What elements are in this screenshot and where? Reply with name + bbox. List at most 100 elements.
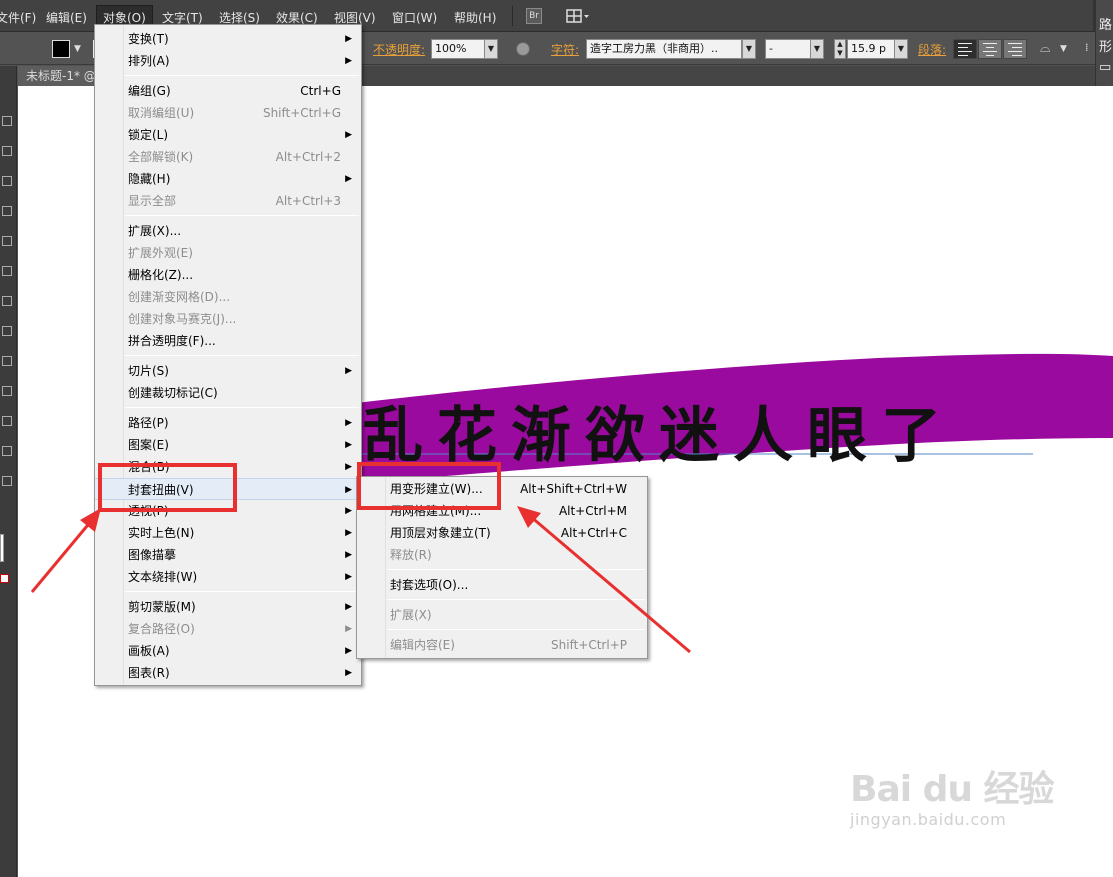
object-menu-item[interactable]: 全部解锁(K) Alt+Ctrl+2	[95, 146, 361, 168]
highlight-box-envelope-distort	[98, 463, 237, 512]
chevron-down-icon[interactable]: ▼	[810, 39, 824, 59]
blend-tool-icon[interactable]	[2, 446, 12, 456]
menu-item-label: 创建裁切标记(C)	[128, 386, 218, 400]
panel-icon[interactable]: ▭	[1099, 60, 1111, 75]
panel-tab-shape[interactable]: 形	[1099, 36, 1112, 55]
submenu-arrow-icon: ▶	[345, 624, 352, 634]
object-menu-item[interactable]: 扩展(X)...	[95, 220, 361, 242]
menu-item-label: 用顶层对象建立(T)	[390, 526, 491, 540]
line-tool-icon[interactable]	[2, 206, 12, 216]
align-left-button[interactable]	[953, 39, 977, 59]
menu-item-label: 编辑内容(E)	[390, 638, 455, 652]
panel-tab-path[interactable]: 路	[1099, 14, 1112, 33]
object-menu-item[interactable]: 切片(S) ▶	[95, 360, 361, 382]
chevron-down-icon[interactable]: ▼	[742, 39, 756, 59]
envelope-submenu-item[interactable]: 扩展(X)	[357, 604, 647, 626]
object-menu-item[interactable]: 扩展外观(E)	[95, 242, 361, 264]
menu-item-shortcut: Alt+Shift+Ctrl+W	[520, 482, 627, 496]
menu-item-label: 扩展(X)...	[128, 224, 182, 238]
align-right-button[interactable]	[1003, 39, 1027, 59]
menu-item-label: 排列(A)	[128, 54, 170, 68]
font-family-select[interactable]: 造字工房力黑（非商用）..	[586, 39, 742, 59]
chevron-down-icon[interactable]: ▼	[74, 44, 81, 54]
object-menu-item[interactable]: 栅格化(Z)...	[95, 264, 361, 286]
object-menu-item[interactable]: 变换(T) ▶	[95, 28, 361, 50]
scale-tool-icon[interactable]	[2, 326, 12, 336]
submenu-arrow-icon: ▶	[345, 418, 352, 428]
object-menu-item[interactable]: 创建渐变网格(D)...	[95, 286, 361, 308]
object-menu-item[interactable]: 图案(E) ▶	[95, 434, 361, 456]
chevron-down-icon[interactable]: ▼	[894, 39, 908, 59]
align-center-button[interactable]	[978, 39, 1002, 59]
object-menu-item[interactable]: 剪切蒙版(M) ▶	[95, 596, 361, 618]
menu-separator	[125, 407, 359, 408]
hand-tool-icon[interactable]	[2, 476, 12, 486]
globe-icon[interactable]	[516, 42, 530, 56]
more-icon[interactable]: ⁞	[1085, 41, 1089, 54]
gradient-tool-icon[interactable]	[2, 386, 12, 396]
rectangle-tool-icon[interactable]	[2, 236, 12, 246]
font-size-stepper[interactable]: ▲ ▼	[834, 39, 846, 59]
envelope-warp-icon[interactable]: ⌓	[1040, 41, 1050, 56]
object-menu-item[interactable]: 隐藏(H) ▶	[95, 168, 361, 190]
character-label[interactable]: 字符:	[551, 41, 579, 58]
menu-item-label: 画板(A)	[128, 644, 170, 658]
menu-file[interactable]: 文件(F)	[0, 9, 36, 26]
submenu-arrow-icon: ▶	[345, 646, 352, 656]
envelope-submenu-item[interactable]: 用顶层对象建立(T) Alt+Ctrl+C	[357, 522, 647, 544]
pen-tool-icon[interactable]	[2, 146, 12, 156]
menu-item-label: 文本绕排(W)	[128, 570, 198, 584]
object-menu-item[interactable]: 图像描摹 ▶	[95, 544, 361, 566]
object-menu-item[interactable]: 取消编组(U) Shift+Ctrl+G	[95, 102, 361, 124]
envelope-submenu-item[interactable]: 封套选项(O)...	[357, 574, 647, 596]
menu-edit[interactable]: 编辑(E)	[46, 9, 87, 26]
envelope-submenu-item[interactable]: 释放(R)	[357, 544, 647, 566]
menu-item-label: 编组(G)	[128, 84, 171, 98]
menu-window[interactable]: 窗口(W)	[392, 9, 437, 26]
none-swatch-icon[interactable]	[0, 574, 9, 583]
submenu-arrow-icon: ▶	[345, 56, 352, 66]
opacity-input[interactable]: 100%	[431, 39, 485, 59]
object-menu-item[interactable]: 编组(G) Ctrl+G	[95, 80, 361, 102]
bridge-icon[interactable]: Br	[526, 8, 542, 24]
menu-item-label: 创建渐变网格(D)...	[128, 290, 231, 304]
object-menu-item[interactable]: 画板(A) ▶	[95, 640, 361, 662]
fill-swatch[interactable]	[0, 534, 4, 562]
rotate-tool-icon[interactable]	[2, 296, 12, 306]
chevron-down-icon[interactable]: ▼	[1060, 44, 1067, 54]
fill-color-swatch[interactable]	[52, 40, 70, 58]
menu-separator	[387, 599, 645, 600]
object-menu-item[interactable]: 实时上色(N) ▶	[95, 522, 361, 544]
object-menu-item[interactable]: 显示全部 Alt+Ctrl+3	[95, 190, 361, 212]
selection-tool-icon[interactable]	[2, 116, 12, 126]
object-menu-item[interactable]: 排列(A) ▶	[95, 50, 361, 72]
object-menu-item[interactable]: 锁定(L) ▶	[95, 124, 361, 146]
object-menu-item[interactable]: 复合路径(O) ▶	[95, 618, 361, 640]
object-menu-item[interactable]: 创建裁切标记(C)	[95, 382, 361, 404]
menu-item-label: 路径(P)	[128, 416, 169, 430]
object-menu-item[interactable]: 文本绕排(W) ▶	[95, 566, 361, 588]
font-style-select[interactable]: -	[765, 39, 811, 59]
paragraph-label[interactable]: 段落:	[918, 41, 946, 58]
brush-tool-icon[interactable]	[2, 266, 12, 276]
menu-help[interactable]: 帮助(H)	[454, 9, 496, 26]
submenu-arrow-icon: ▶	[345, 462, 352, 472]
document-tab[interactable]: 未标题-1* @	[18, 66, 100, 86]
envelope-submenu-item[interactable]: 编辑内容(E) Shift+Ctrl+P	[357, 634, 647, 656]
menu-item-label: 复合路径(O)	[128, 622, 195, 636]
object-menu-item[interactable]: 创建对象马赛克(J)...	[95, 308, 361, 330]
object-menu: 变换(T) ▶ 排列(A) ▶ 编组(G) Ctrl+G 取消编组(U) Shift+Ctrl…	[94, 24, 362, 686]
object-menu-item[interactable]: 图表(R) ▶	[95, 662, 361, 684]
object-menu-item[interactable]: 拼合透明度(F)...	[95, 330, 361, 352]
menu-item-label: 变换(T)	[128, 32, 169, 46]
menu-separator	[125, 215, 359, 216]
chevron-down-icon[interactable]: ▼	[484, 39, 498, 59]
font-size-input[interactable]: 15.9 p	[847, 39, 895, 59]
eyedropper-tool-icon[interactable]	[2, 416, 12, 426]
menu-item-label: 全部解锁(K)	[128, 150, 194, 164]
warp-tool-icon[interactable]	[2, 356, 12, 366]
workspace-layout-icon[interactable]	[566, 8, 590, 24]
type-tool-icon[interactable]	[2, 176, 12, 186]
opacity-label[interactable]: 不透明度:	[373, 41, 425, 58]
object-menu-item[interactable]: 路径(P) ▶	[95, 412, 361, 434]
